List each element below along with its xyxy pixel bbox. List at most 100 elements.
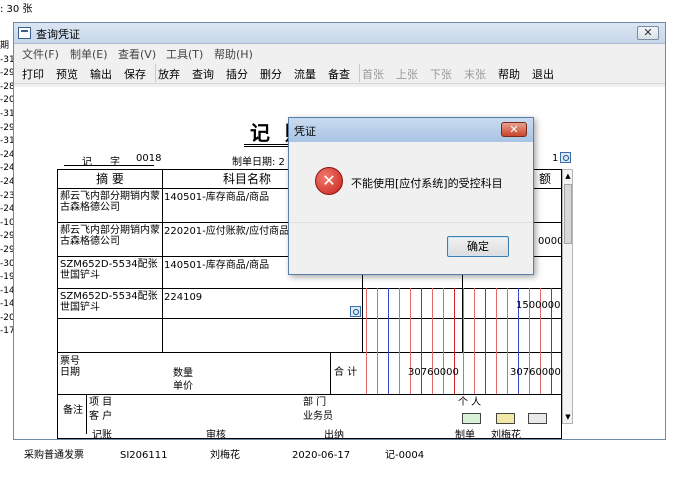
menu-tools[interactable]: 工具(T) bbox=[166, 46, 203, 62]
toolbar-button-11[interactable]: 上张 bbox=[396, 65, 418, 83]
amount-digit-line bbox=[496, 288, 497, 394]
customer-label: 客 户 bbox=[89, 411, 113, 422]
dialog-body: ✕ 不能使用[应付系统]的受控科目 确定 bbox=[289, 142, 533, 274]
background-date-label: -14 bbox=[0, 285, 14, 296]
background-date-label: -29 bbox=[0, 68, 14, 79]
dialog-title: 凭证 bbox=[294, 125, 316, 138]
scroll-up-icon[interactable]: ▲ bbox=[564, 172, 572, 180]
background-date-label: -28 bbox=[0, 81, 14, 92]
toolbar-separator bbox=[155, 64, 156, 82]
header-amount: 额 bbox=[538, 172, 551, 186]
toolbar-button-14[interactable]: 帮助 bbox=[498, 65, 520, 83]
amount-digit-line bbox=[463, 288, 464, 394]
window-title: 查询凭证 bbox=[36, 28, 80, 41]
voucher-number-underline bbox=[64, 165, 154, 166]
amount-digit-line bbox=[421, 288, 422, 394]
row-3-account[interactable]: 140501-库存商品/商品 bbox=[164, 260, 269, 271]
edit-icon[interactable] bbox=[528, 413, 547, 424]
amount-digit-line bbox=[366, 288, 367, 394]
row-1-summary[interactable]: 郝云飞内部分期销内蒙古森格德公司 bbox=[60, 191, 160, 213]
bg-cell-code: SI206111 bbox=[120, 450, 168, 461]
amount-digit-line bbox=[399, 288, 400, 394]
amount-digit-line bbox=[388, 288, 389, 394]
attach-search-icon[interactable] bbox=[560, 152, 571, 163]
toolbar-button-15[interactable]: 退出 bbox=[532, 65, 554, 83]
voucher-number[interactable]: 0018 bbox=[136, 153, 161, 164]
background-date-label: -24 bbox=[0, 149, 14, 160]
background-date-label: -14 bbox=[0, 299, 14, 310]
vertical-scrollbar[interactable]: ▲ ▼ bbox=[562, 169, 573, 424]
card-icon[interactable] bbox=[462, 413, 481, 424]
dialog-titlebar[interactable]: 凭证 ✕ bbox=[289, 118, 533, 142]
toolbar-button-10[interactable]: 首张 bbox=[362, 65, 384, 83]
bg-cell-maker: 刘梅花 bbox=[210, 450, 240, 461]
amount-digit-line bbox=[410, 288, 411, 394]
row-4-amount[interactable]: 1500000 bbox=[516, 300, 561, 311]
menu-file[interactable]: 文件(F) bbox=[22, 46, 59, 62]
maker-name: 刘梅花 bbox=[491, 430, 521, 441]
toolbar-button-0[interactable]: 打印 bbox=[22, 65, 44, 83]
amount-digit-line bbox=[377, 288, 378, 394]
row-4-account[interactable]: 224109 bbox=[164, 292, 202, 303]
bg-cell-type: 采购普通发票 bbox=[24, 450, 84, 461]
row-3-summary[interactable]: SZM652D-5534配张世国铲斗 bbox=[60, 259, 160, 281]
window-close-button[interactable]: ✕ bbox=[637, 26, 659, 40]
scroll-down-icon[interactable]: ▼ bbox=[564, 413, 572, 421]
toolbar-button-2[interactable]: 输出 bbox=[90, 65, 112, 83]
background-date-label: -31 bbox=[0, 54, 14, 65]
toolbar-button-7[interactable]: 删分 bbox=[260, 65, 282, 83]
ticket-no-label: 票号 bbox=[60, 356, 80, 367]
attach-count: 1 bbox=[552, 153, 559, 164]
window-titlebar[interactable]: 查询凭证 ✕ bbox=[14, 23, 665, 44]
ok-button[interactable]: 确定 bbox=[447, 236, 509, 257]
toolbar-button-4[interactable]: 放弃 bbox=[158, 65, 180, 83]
toolbar-button-3[interactable]: 保存 bbox=[124, 65, 146, 83]
person-label: 个 人 bbox=[458, 397, 482, 408]
bg-cell-voucher: 记-0004 bbox=[385, 450, 425, 461]
toolbar-button-5[interactable]: 查询 bbox=[192, 65, 214, 83]
app-window-icon bbox=[18, 27, 31, 39]
row-4-summary[interactable]: SZM652D-5534配张世国铲斗 bbox=[60, 291, 160, 313]
error-icon: ✕ bbox=[315, 167, 343, 195]
row-1-account[interactable]: 140501-库存商品/商品 bbox=[164, 192, 269, 203]
toolbar-button-13[interactable]: 末张 bbox=[464, 65, 486, 83]
background-date-column: 期 -31 -29 -28 -20 -31 -29 -31 -24 -24 -24 -23 -24 -10… bbox=[0, 40, 14, 504]
background-date-label: -20 bbox=[0, 312, 14, 323]
row-2-summary[interactable]: 郝云飞内部分期销内蒙古森格德公司 bbox=[60, 225, 160, 247]
voucher-date-label[interactable]: 制单日期: 2 bbox=[232, 153, 285, 168]
background-date-label: -30 bbox=[0, 258, 14, 269]
reviewer-label: 审核 bbox=[206, 430, 226, 441]
scroll-thumb[interactable] bbox=[564, 184, 572, 244]
background-date-label: -23 bbox=[0, 190, 14, 201]
row-2-amount[interactable]: 0000 bbox=[538, 236, 563, 247]
amount-digit-line bbox=[485, 288, 486, 394]
menu-help[interactable]: 帮助(H) bbox=[214, 46, 253, 62]
background-date-label: -24 bbox=[0, 204, 14, 215]
background-date-label: -24 bbox=[0, 176, 14, 187]
date-label: 日期 bbox=[60, 367, 80, 378]
background-date-label: -29 bbox=[0, 122, 14, 133]
menu-edit[interactable]: 制单(E) bbox=[70, 46, 108, 62]
toolbar-button-12[interactable]: 下张 bbox=[430, 65, 452, 83]
salesperson-label: 业务员 bbox=[303, 411, 333, 422]
dialog-close-button[interactable]: ✕ bbox=[501, 122, 527, 137]
credit-total: 30760000 bbox=[510, 367, 561, 378]
cash-icon[interactable] bbox=[496, 413, 515, 424]
background-date-label: -20 bbox=[0, 95, 14, 106]
toolbar-button-8[interactable]: 流量 bbox=[294, 65, 316, 83]
background-date-label: -29 bbox=[0, 244, 14, 255]
unit-price-label: 单价 bbox=[173, 381, 193, 392]
background-date-label: -24 bbox=[0, 163, 14, 174]
toolbar-button-6[interactable]: 插分 bbox=[226, 65, 248, 83]
toolbar: 打印 预览 输出 保存 放弃 查询 插分 删分 流量 备查 首张 上张 下张 末张 帮助 退出 bbox=[14, 62, 665, 84]
account-search-icon[interactable] bbox=[350, 306, 361, 317]
quantity-label: 数量 bbox=[173, 368, 193, 379]
toolbar-button-1[interactable]: 预览 bbox=[56, 65, 78, 83]
toolbar-button-9[interactable]: 备查 bbox=[328, 65, 350, 83]
menu-view[interactable]: 查看(V) bbox=[118, 46, 156, 62]
amount-digit-line bbox=[443, 288, 444, 394]
amount-digit-line bbox=[454, 288, 455, 394]
error-dialog: 凭证 ✕ ✕ 不能使用[应付系统]的受控科目 确定 bbox=[288, 117, 534, 275]
row-2-account[interactable]: 220201-应付账款/应付商品 bbox=[164, 226, 289, 237]
remarks-label: 备注 bbox=[63, 405, 83, 416]
